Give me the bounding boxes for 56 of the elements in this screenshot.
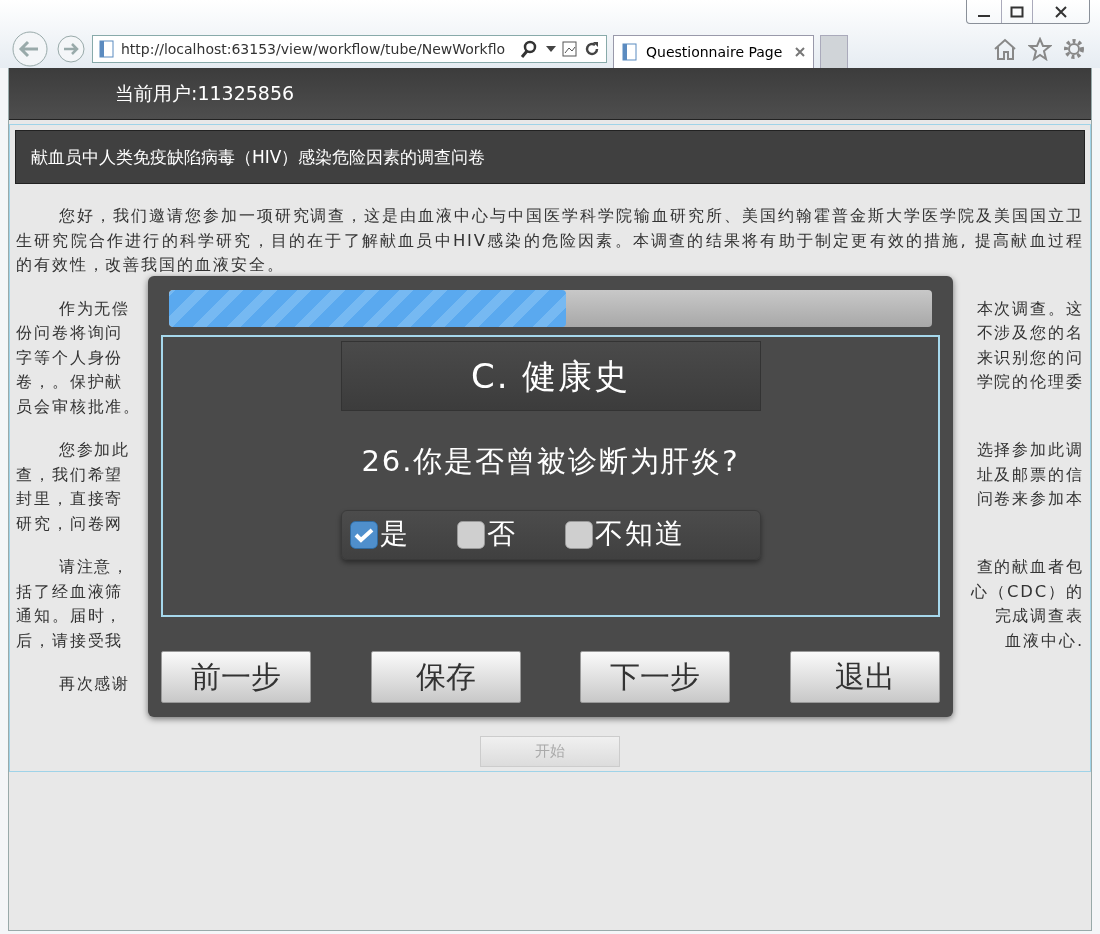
- paragraph-fragment: 再次感谢: [57, 673, 131, 695]
- compatibility-icon[interactable]: [562, 41, 578, 57]
- section-title: C. 健康史: [340, 341, 761, 411]
- paragraph-fragment: 学院的伦理委: [976, 371, 1084, 393]
- paragraph-fragment: 请注意，: [57, 556, 131, 578]
- close-icon[interactable]: [795, 47, 805, 57]
- paragraph-fragment: 您参加此: [57, 439, 131, 461]
- paragraph-fragment: 本次调查。这: [976, 297, 1084, 320]
- browser-tab[interactable]: Questionnaire Page: [613, 35, 814, 68]
- paragraph-fragment: 字等个人身份: [16, 346, 124, 369]
- paragraph-fragment: 选择参加此调: [976, 439, 1084, 461]
- maximize-icon: [1010, 5, 1024, 18]
- paragraph-fragment: 查，我们希望: [16, 463, 124, 486]
- dialog-button[interactable]: 退出: [789, 651, 940, 703]
- settings-icon[interactable]: [1062, 37, 1086, 61]
- question-text: 26.你是否曾被诊断为肝炎?: [361, 449, 740, 474]
- paragraph-fragment: 查的献血者包: [976, 556, 1084, 578]
- paragraph-fragment: 址及邮票的信: [976, 463, 1084, 486]
- paragraph-fragment: 封里，直接寄: [16, 488, 124, 510]
- page-icon: [99, 40, 115, 58]
- checkbox[interactable]: [565, 520, 594, 549]
- paragraph-fragment: 通知。届时，: [16, 605, 124, 627]
- paragraph-fragment: 完成调查表: [994, 605, 1084, 627]
- paragraph-fragment: 作为无偿: [57, 297, 131, 320]
- checkbox[interactable]: [349, 520, 378, 549]
- paragraph-fragment: 不涉及您的名: [976, 322, 1084, 344]
- checkbox[interactable]: [457, 520, 486, 549]
- intro-paragraph: 您好，我们邀请您参加一项研究调查，这是由血液中心与中国医学科学院输血研究所、美国约翰霍普金斯大学医学院及美国国立卫生研究院合作进行的科学研究，目的在于了解献血员中HIV感染的危险因素。本调查的结果将有助于制定更有效的措施, 提高献血过程的有效性，改善我国的血液安全。: [16, 205, 1084, 276]
- paragraph-fragment: 括了经血液筛: [16, 580, 124, 603]
- page-icon: [622, 43, 638, 61]
- close-icon: [1054, 5, 1068, 18]
- paragraph-fragment: 心（CDC）的: [971, 580, 1084, 603]
- paragraph-fragment: 卷，。保护献: [16, 371, 124, 393]
- option-label[interactable]: 是: [379, 522, 410, 547]
- paragraph-fragment: 来识别您的问: [976, 346, 1084, 369]
- paragraph-fragment: 研究，问卷网: [16, 512, 124, 535]
- survey-title: 献血员中人类免疫缺陷病毒（HIV）感染危险因素的调查问卷: [31, 145, 486, 169]
- address-bar[interactable]: http://localhost:63153/view/workflow/tube/NewWorkflo: [92, 35, 607, 63]
- dropdown-icon[interactable]: [546, 46, 556, 52]
- home-icon[interactable]: [992, 37, 1018, 61]
- paragraph-fragment: 份问卷将询问: [16, 322, 124, 344]
- current-user-text: 当前用户:11325856: [115, 80, 295, 106]
- dialog-button[interactable]: 下一步: [580, 651, 731, 703]
- paragraph-fragment: 血液中心.: [1005, 629, 1084, 652]
- paragraph-fragment: 后，请接受我: [16, 629, 124, 652]
- option-label[interactable]: 否: [487, 522, 518, 547]
- paragraph-fragment: 员会审核批准。: [16, 395, 142, 418]
- refresh-icon[interactable]: [584, 41, 600, 57]
- dialog-button[interactable]: 保存: [370, 651, 521, 703]
- paragraph-fragment: 问卷来参加本: [976, 488, 1084, 510]
- star-icon[interactable]: [1028, 37, 1052, 61]
- option-label[interactable]: 不知道: [595, 522, 685, 547]
- minimize-icon: [978, 14, 990, 17]
- dialog-button[interactable]: 前一步: [161, 651, 311, 703]
- tab-title: Questionnaire Page: [646, 44, 783, 60]
- url-text: http://localhost:63153/view/workflow/tube/NewWorkflo: [121, 41, 506, 57]
